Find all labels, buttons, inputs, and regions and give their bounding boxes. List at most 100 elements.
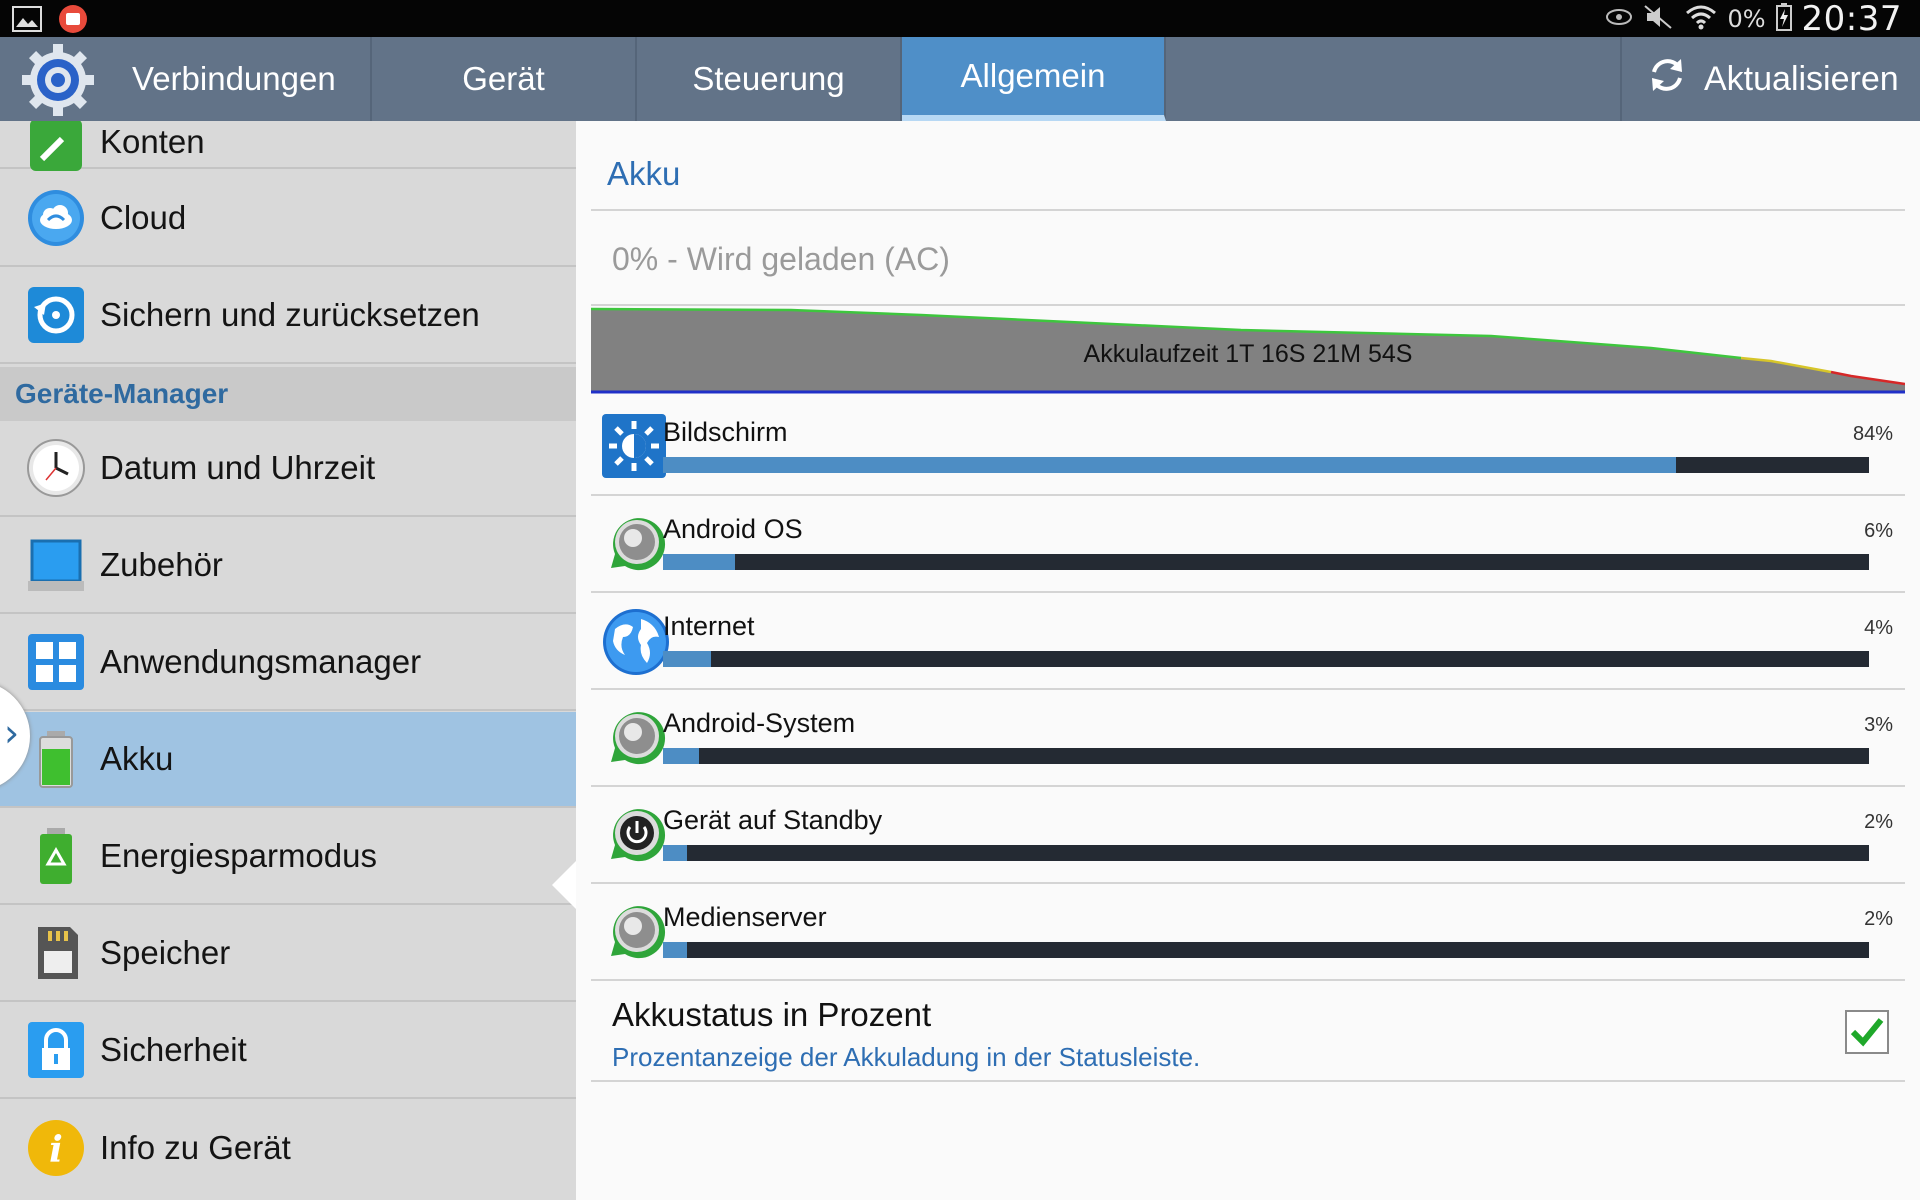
refresh-button[interactable]: Aktualisieren (1620, 37, 1920, 121)
checkmark-icon (1850, 1018, 1884, 1047)
sidebar-item-info[interactable]: i Info zu Gerät (0, 1100, 576, 1196)
battery-icon (26, 729, 86, 789)
store-notification-icon (58, 4, 88, 38)
usage-bar-fill (663, 651, 712, 667)
usage-row-internet[interactable]: Internet 4% (591, 593, 1905, 690)
sidebar-item-anwendungsmanager[interactable]: Anwendungsmanager (0, 615, 576, 711)
usage-percent: 4% (1864, 617, 1893, 639)
info-icon: i (26, 1118, 86, 1178)
divider (591, 209, 1905, 211)
tab-steuerung[interactable]: Steuerung (637, 37, 902, 121)
wifi-icon (1685, 3, 1717, 35)
apps-icon (26, 632, 86, 692)
sidebar-item-cloud[interactable]: Cloud (0, 171, 576, 267)
sidebar-item-speicher[interactable]: Speicher (0, 906, 576, 1002)
sidebar-item-label: Zubehör (100, 546, 223, 583)
tab-bar: Verbindungen Gerät Steuerung Allgemein A… (0, 37, 1920, 121)
usage-bar (663, 942, 1869, 958)
battery-charging-icon (1775, 2, 1792, 35)
battery-history-graph[interactable]: Akkulaufzeit 1T 16S 21M 54S (590, 306, 1906, 394)
accessory-icon (26, 535, 86, 595)
power-saving-icon (26, 826, 86, 886)
battery-percent-checkbox[interactable] (1845, 1010, 1889, 1054)
media-server-icon (601, 898, 671, 968)
usage-name: Internet (663, 611, 755, 641)
usage-bar-fill (663, 845, 688, 861)
usage-row-medienserver[interactable]: Medienserver 2% (591, 884, 1905, 981)
main-panel: Akku 0% - Wird geladen (AC) Akkulaufzeit… (576, 121, 1920, 1200)
gallery-notification-icon (12, 6, 42, 36)
backup-icon (26, 285, 86, 345)
cloud-icon (26, 188, 86, 248)
usage-bar (663, 554, 1869, 570)
usage-bar-fill (663, 457, 1677, 473)
lock-icon (26, 1020, 86, 1080)
clock-icon (26, 438, 86, 498)
sidebar-item-label: Anwendungsmanager (100, 643, 422, 680)
usage-name: Android-System (663, 708, 856, 738)
usage-row-bildschirm[interactable]: Bildschirm 84% (591, 399, 1905, 496)
page-title: Akku (607, 155, 681, 192)
android-system-icon (601, 704, 671, 774)
sidebar-item-label: Speicher (100, 934, 231, 971)
android-os-icon (601, 510, 671, 580)
sidebar-item-sicherheit[interactable]: Sicherheit (0, 1003, 576, 1099)
sidebar-item-label: Akku (100, 740, 174, 777)
sidebar-item-sichern[interactable]: Sichern und zurücksetzen (0, 268, 576, 364)
tab-allgemein[interactable]: Allgemein (902, 37, 1166, 121)
sidebar-item-energiesparmodus[interactable]: Energiesparmodus (0, 809, 576, 905)
battery-percent: 0% (1727, 4, 1766, 33)
brightness-icon (601, 413, 671, 483)
sidebar-item-datum[interactable]: Datum und Uhrzeit (0, 421, 576, 517)
charge-status: 0% - Wird geladen (AC) (612, 241, 950, 277)
usage-percent: 2% (1864, 811, 1893, 833)
battery-runtime-label: Akkulaufzeit 1T 16S 21M 54S (1083, 340, 1413, 368)
usage-row-android-os[interactable]: Android OS 6% (591, 496, 1905, 593)
mute-icon (1643, 4, 1675, 34)
usage-bar (663, 845, 1869, 861)
usage-row-android-system[interactable]: Android-System 3% (591, 690, 1905, 787)
usage-percent: 2% (1864, 908, 1893, 930)
selection-pointer (552, 861, 576, 909)
sidebar-item-akku[interactable]: Akku (0, 712, 576, 808)
usage-percent: 6% (1864, 520, 1893, 542)
svg-text:i: i (49, 1129, 63, 1171)
sidebar-item-label: Info zu Gerät (100, 1129, 291, 1166)
clock-time: 20:37 (1801, 0, 1902, 39)
setting-subtitle: Prozentanzeige der Akkuladung in der Sta… (612, 1042, 1201, 1072)
usage-bar (663, 651, 1869, 667)
sidebar-item-label: Energiesparmodus (100, 837, 377, 874)
sidebar-item-label: Datum und Uhrzeit (100, 449, 376, 486)
usage-percent: 84% (1852, 423, 1893, 445)
sidebar: Konten Cloud Sichern und zurücksetzen Ge… (0, 121, 576, 1200)
refresh-label: Aktualisieren (1704, 59, 1899, 98)
usage-bar-fill (663, 748, 700, 764)
usage-name: Medienserver (663, 902, 827, 932)
status-bar: 0% 20:37 (0, 0, 1920, 39)
settings-gear-icon (20, 42, 96, 118)
usage-name: Android OS (663, 514, 803, 544)
sidebar-item-label: Sichern und zurücksetzen (100, 296, 480, 333)
usage-bar (663, 748, 1869, 764)
usage-row-standby[interactable]: Gerät auf Standby 2% (591, 787, 1905, 884)
usage-name: Bildschirm (663, 417, 788, 447)
refresh-icon (1646, 54, 1688, 105)
usage-percent: 3% (1864, 714, 1893, 736)
tab-geraet[interactable]: Gerät (372, 37, 637, 121)
setting-title: Akkustatus in Prozent (612, 996, 932, 1033)
standby-icon (601, 801, 671, 871)
sidebar-item-zubehoer[interactable]: Zubehör (0, 518, 576, 614)
section-header-geraete-manager: Geräte-Manager (0, 367, 576, 421)
sidebar-item-label: Konten (100, 123, 205, 160)
sidebar-item-label: Cloud (100, 199, 187, 236)
sd-card-icon (26, 923, 86, 983)
tab-verbindungen[interactable]: Verbindungen (110, 37, 372, 121)
chevron-right-icon: › (4, 711, 20, 755)
key-icon (26, 121, 86, 175)
battery-percent-setting[interactable]: Akkustatus in Prozent Prozentanzeige der… (591, 984, 1905, 1082)
sidebar-item-label: Sicherheit (100, 1031, 247, 1068)
usage-bar (663, 457, 1869, 473)
sidebar-item-konten[interactable]: Konten (0, 121, 576, 171)
globe-icon (601, 607, 671, 677)
eye-icon (1605, 6, 1633, 32)
